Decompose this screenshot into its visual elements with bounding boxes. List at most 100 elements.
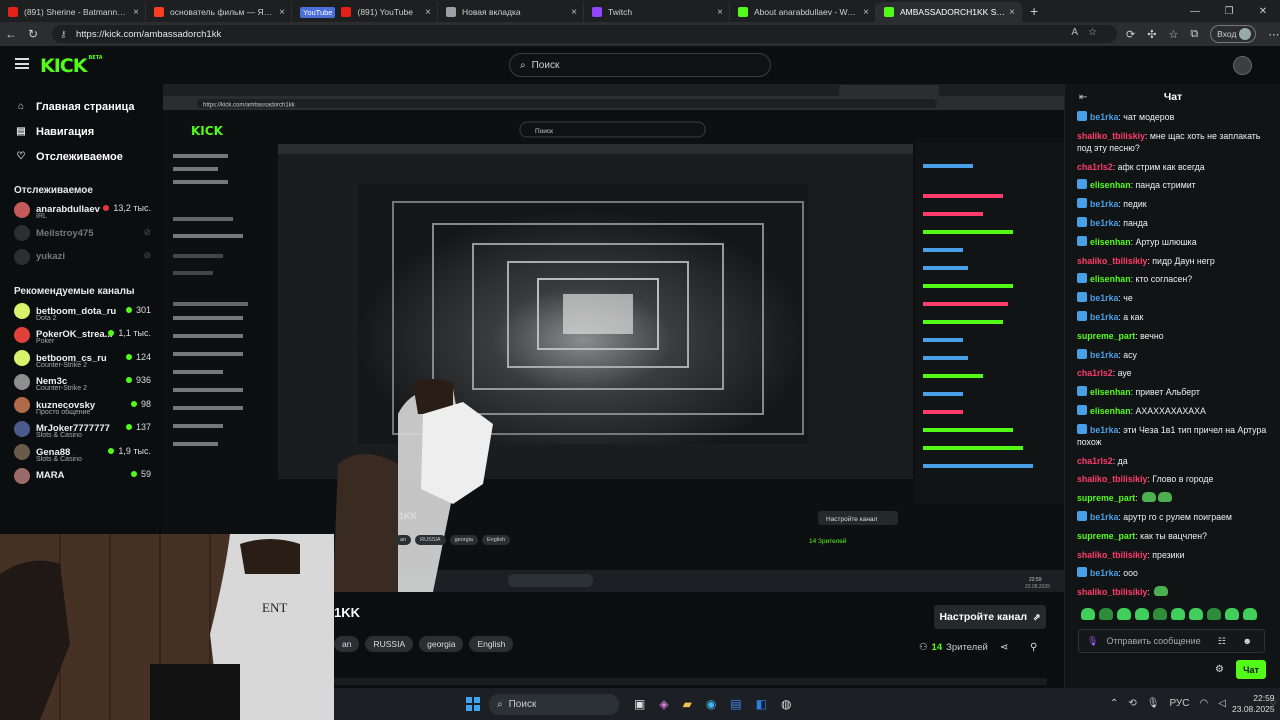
tag[interactable]: an [395, 535, 412, 545]
chat-username[interactable]: supreme_part [1077, 331, 1135, 341]
close-tab-icon[interactable]: × [279, 7, 285, 18]
copilot-app-icon[interactable]: ◈ [659, 697, 668, 711]
emote-icon[interactable] [1189, 608, 1203, 620]
tag[interactable]: RUSSIA [415, 535, 446, 545]
tag[interactable]: georgia [419, 636, 464, 652]
more-icon[interactable]: ⋯ [1268, 28, 1279, 41]
sidebar-channel[interactable]: Nem3c Counter-Strike 2 936 [0, 372, 163, 392]
chat-username[interactable]: cha1rls2 [1077, 368, 1113, 378]
chat-username[interactable]: elisenhan [1090, 274, 1131, 284]
browser-tab[interactable]: YouTube (891) YouTube × [292, 2, 438, 22]
maximize-icon[interactable]: ❐ [1212, 6, 1246, 17]
browser-tab[interactable]: AMBASSADORCH1KK Stream - W × [876, 2, 1022, 22]
notification-icon[interactable]: ◌ [1270, 697, 1276, 708]
clock[interactable]: 22:59 23.08.2025 [1232, 693, 1275, 715]
emote-icon[interactable] [1117, 608, 1131, 620]
chat-username[interactable]: be1rka [1090, 512, 1118, 522]
tray-chevron-icon[interactable]: ⌃ [1110, 698, 1118, 709]
obs-icon[interactable]: ◍ [781, 697, 791, 711]
login-button[interactable]: Вход [1210, 25, 1257, 43]
sidebar-nav-item[interactable]: ⌂ Главная страница [14, 94, 163, 119]
site-info-icon[interactable]: ⚷ [60, 29, 70, 39]
explorer-icon[interactable]: ▰ [683, 697, 692, 711]
chat-username[interactable]: be1rka [1090, 218, 1118, 228]
sidebar-channel[interactable]: kuznecovsky Просто общение 98 [0, 396, 163, 416]
stream-video[interactable]: https://kick.com/ambassadorch1kk KICK По… [163, 84, 1064, 592]
sidebar-channel[interactable]: PokerOK_strea... Poker 1,1 тыс. [0, 325, 163, 345]
chat-username[interactable]: elisenhan [1090, 387, 1131, 397]
favorites-icon[interactable]: ☆ [1168, 28, 1178, 41]
emote-picker-icon[interactable]: ☷ [1218, 636, 1226, 647]
task-view-icon[interactable]: ▣ [634, 697, 645, 711]
sidebar-channel[interactable]: anarabdullaev IRL 13,2 тыс. [0, 200, 163, 220]
emote-icon[interactable] [1171, 608, 1185, 620]
kick-logo[interactable]: KICK BETA [40, 55, 103, 77]
share-icon[interactable]: ⋖ [1000, 642, 1008, 653]
chat-username[interactable]: shaliko_tbiliskiy [1077, 131, 1145, 141]
tray-app-icon[interactable]: ⟲ [1128, 698, 1136, 709]
emoji-icon[interactable]: ☻ [1243, 636, 1252, 646]
close-tab-icon[interactable]: × [1009, 7, 1015, 18]
search-input[interactable]: ⌕ Поиск [509, 53, 771, 77]
close-tab-icon[interactable]: × [133, 7, 139, 18]
mic-icon[interactable]: 🎙 [1087, 636, 1098, 647]
chat-username[interactable]: elisenhan [1090, 406, 1131, 416]
sidebar-channel[interactable]: Gena88 Slots & Casino 1,9 тыс. [0, 443, 163, 463]
chat-username[interactable]: be1rka [1090, 112, 1118, 122]
url-field[interactable]: ⚷ https://kick.com/ambassadorch1kk A☆ [52, 25, 1117, 43]
chat-username[interactable]: be1rka [1090, 568, 1118, 578]
chat-username[interactable]: shaliko_tbilisikiy [1077, 474, 1147, 484]
sidebar-channel[interactable]: betboom_cs_ru Counter-Strike 2 124 [0, 349, 163, 369]
emote-icon[interactable] [1207, 608, 1221, 620]
language-indicator[interactable]: РУС [1169, 698, 1189, 709]
browser-tab[interactable]: Twitch × [584, 2, 730, 22]
chat-username[interactable]: elisenhan [1090, 180, 1131, 190]
setup-channel-button[interactable]: Настройте канал ⇗ [934, 605, 1046, 629]
chat-username[interactable]: be1rka [1090, 293, 1118, 303]
emote-icon[interactable] [1153, 608, 1167, 620]
chat-username[interactable]: supreme_part [1077, 531, 1135, 541]
close-tab-icon[interactable]: × [425, 7, 431, 18]
edge-icon[interactable]: ◉ [706, 697, 716, 711]
tag[interactable]: English [469, 636, 514, 652]
reader-favorite-icons[interactable]: A☆ [1071, 27, 1107, 38]
browser-tab[interactable]: основатель фильм — Яндекс: на × [146, 2, 292, 22]
taskbar-search[interactable]: ⌕ Поиск [489, 694, 619, 715]
sidebar-channel[interactable]: yukazi ⊘ [0, 247, 163, 267]
user-settings-icon[interactable]: ⚲ [1030, 642, 1037, 653]
windows-start-icon[interactable] [466, 697, 480, 711]
browser-tab[interactable]: About anarabdullaev - Watch Liv × [730, 2, 876, 22]
chat-input[interactable]: 🎙 Отправить сообщение ☷ ☻ [1078, 629, 1265, 653]
emote-icon[interactable] [1081, 608, 1095, 620]
chat-username[interactable]: shaliko_tbilisikiy [1077, 256, 1147, 266]
tray-mic-icon[interactable]: 🎙 [1147, 698, 1160, 709]
new-tab-button[interactable]: + [1030, 3, 1038, 19]
chat-username[interactable]: be1rka [1090, 199, 1118, 209]
sidebar-nav-item[interactable]: ▤ Навигация [14, 119, 163, 144]
sidebar-channel[interactable]: MARA 59 [0, 466, 163, 486]
close-tab-icon[interactable]: × [571, 7, 577, 18]
emote-icon[interactable] [1135, 608, 1149, 620]
user-avatar[interactable] [1233, 56, 1252, 75]
collections-icon[interactable]: ⧉ [1190, 28, 1198, 41]
puzzle-icon[interactable]: ✣ [1147, 28, 1156, 41]
back-icon[interactable]: ← [0, 27, 22, 41]
chat-username[interactable]: be1rka [1090, 425, 1118, 435]
store-icon[interactable]: ▤ [730, 697, 741, 711]
menu-icon[interactable] [15, 58, 29, 69]
chat-username[interactable]: cha1rls2 [1077, 162, 1113, 172]
tag[interactable]: an [334, 636, 360, 652]
chat-settings-icon[interactable]: ⚙ [1215, 664, 1224, 675]
outlook-icon[interactable]: ◧ [756, 697, 767, 711]
sidebar-channel[interactable]: Meilstroy475 ⊘ [0, 224, 163, 244]
emote-icon[interactable] [1099, 608, 1113, 620]
wifi-icon[interactable]: ◠ [1200, 698, 1209, 709]
tag[interactable]: RUSSIA [365, 636, 414, 652]
sidebar-nav-item[interactable]: ♡ Отслеживаемое [14, 144, 163, 169]
tag[interactable]: georgia [449, 535, 478, 545]
minimize-icon[interactable]: — [1178, 6, 1212, 17]
send-chat-button[interactable]: Чат [1236, 660, 1266, 679]
close-window-icon[interactable]: ✕ [1246, 6, 1280, 17]
emote-icon[interactable] [1225, 608, 1239, 620]
chat-username[interactable]: supreme_part [1077, 493, 1135, 503]
